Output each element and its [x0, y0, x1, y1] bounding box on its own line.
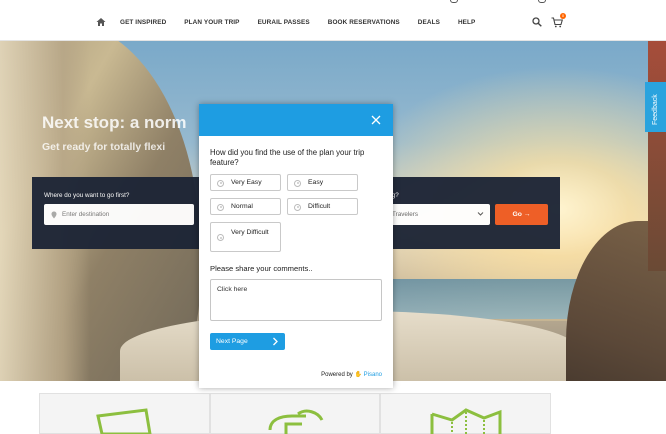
feedback-tab[interactable]: Feedback: [645, 82, 666, 132]
top-navigation: GET INSPIRED PLAN YOUR TRIP EURAIL PASSE…: [0, 0, 666, 41]
nav-book-reservations[interactable]: BOOK RESERVATIONS: [328, 19, 400, 26]
pisano-hand-icon: ✋: [354, 372, 362, 378]
feature-card-pass[interactable]: [39, 393, 210, 434]
rail-pass-icon: [96, 408, 152, 434]
nav-get-inspired[interactable]: GET INSPIRED: [120, 19, 166, 26]
next-page-button[interactable]: Next Page: [210, 333, 285, 350]
pisano-brand[interactable]: Pisano: [364, 372, 382, 378]
hero-right-edge: [648, 41, 666, 271]
hero-subtitle: Get ready for totally flexi: [42, 141, 166, 153]
powered-by: Powered by ✋ Pisano: [321, 371, 382, 378]
nav-help[interactable]: HELP: [458, 19, 475, 26]
top-utility-strip: [420, 0, 580, 4]
radio-button: [217, 234, 224, 241]
option-difficult[interactable]: Difficult: [287, 198, 358, 215]
survey-modal: How did you find the use of the plan you…: [199, 104, 393, 388]
home-icon[interactable]: [96, 17, 106, 27]
hero-title: Next stop: a norm: [42, 113, 187, 132]
option-label: Very Easy: [231, 179, 262, 186]
option-easy[interactable]: Easy: [287, 174, 358, 191]
next-page-label: Next Page: [216, 337, 248, 345]
feedback-label: Feedback: [652, 94, 659, 125]
radio-button: [217, 203, 224, 211]
survey-question: How did you find the use of the plan you…: [210, 148, 365, 167]
option-normal[interactable]: Normal: [210, 198, 281, 215]
radio-button: [294, 203, 301, 211]
option-label: Very Difficult: [231, 229, 269, 236]
language-icon[interactable]: [450, 0, 458, 3]
feature-cards: [39, 393, 552, 434]
chevron-right-icon: [273, 337, 278, 346]
train-icon: [268, 409, 324, 434]
nav-eurail-passes[interactable]: EURAIL PASSES: [258, 19, 310, 26]
destination-label: Where do you want to go first?: [44, 192, 130, 199]
powered-by-prefix: Powered by: [321, 372, 353, 378]
travelers-select[interactable]: Travelers: [382, 204, 490, 225]
option-label: Easy: [308, 179, 324, 186]
main-nav: GET INSPIRED PLAN YOUR TRIP EURAIL PASSE…: [96, 17, 493, 27]
comments-label: Please share your comments..: [210, 264, 313, 273]
travelers-value: Travelers: [392, 211, 419, 218]
map-icon: [430, 408, 502, 434]
cart-count-badge: 0: [560, 13, 566, 19]
search-icon[interactable]: [532, 17, 542, 27]
comments-textarea[interactable]: Click here: [210, 279, 382, 321]
nav-plan-your-trip[interactable]: PLAN YOUR TRIP: [184, 19, 239, 26]
radio-button: [217, 179, 224, 187]
option-label: Normal: [231, 203, 253, 210]
radio-button: [294, 179, 301, 187]
option-label: Difficult: [308, 203, 331, 210]
option-very-difficult[interactable]: Very Difficult: [210, 222, 281, 252]
feature-card-train[interactable]: [209, 393, 381, 434]
account-icon[interactable]: [538, 0, 546, 3]
destination-input[interactable]: Enter destination: [44, 204, 194, 225]
survey-modal-header: [199, 104, 393, 136]
close-icon[interactable]: [371, 115, 381, 125]
nav-deals[interactable]: DEALS: [418, 19, 440, 26]
go-button[interactable]: Go →: [495, 204, 548, 225]
chevron-down-icon: [477, 212, 484, 216]
feature-card-map[interactable]: [380, 393, 552, 434]
option-very-easy[interactable]: Very Easy: [210, 174, 281, 191]
location-pin-icon: [51, 211, 57, 219]
